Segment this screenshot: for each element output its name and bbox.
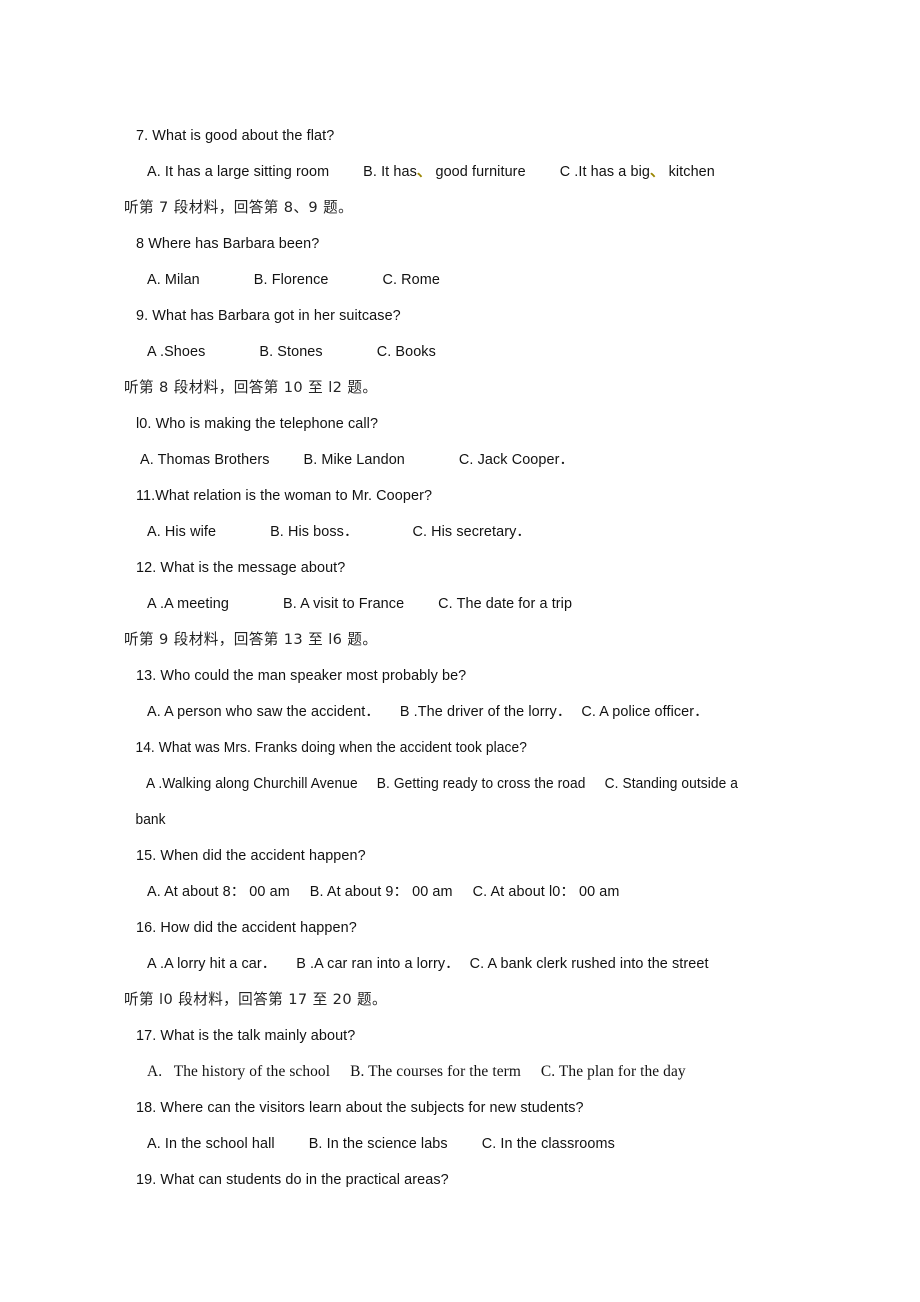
option-7-b-pre: B. It has (363, 164, 417, 180)
option-18-c: C. In the classrooms (481, 1136, 615, 1152)
question-options-10: A. Thomas Brothers B. Mike Landon C. Jack … (124, 442, 824, 478)
question-options-17: A. The history of the school B. The cours… (124, 1054, 824, 1090)
question-stem-8: 8 Where has Barbara been? (136, 236, 320, 252)
option-9-a: A .Shoes (147, 344, 206, 360)
question-options-8: A. Milan B. Florence C. Rome (124, 262, 824, 298)
question-options-11: A. His wife B. His boss． C. His secretary． (124, 514, 824, 550)
question-stem-14: 14. What was Mrs. Franks doing when the … (135, 740, 527, 756)
option-11-a: A. His wife (147, 524, 217, 540)
question-stem-13: 13. Who could the man speaker most proba… (136, 668, 467, 684)
question-stem-11: 11.What relation is the woman to Mr. Coo… (136, 488, 433, 504)
question-stem-18: 18. Where can the visitors learn about t… (136, 1100, 584, 1116)
option-14-b: B. Getting ready to cross the road (376, 776, 586, 792)
section-instruction-8: 听第 8 段材料，回答第 10 至 l2 题。 (124, 379, 378, 396)
question-stem-17: 17. What is the talk mainly about? (136, 1028, 356, 1044)
option-8-c: C. Rome (382, 272, 440, 288)
option-18-a: A. In the school hall (147, 1136, 275, 1152)
option-16-b: B .A car ran into a lorry． (296, 956, 460, 972)
option-7-c-pre: C .It has a big (559, 164, 650, 180)
exam-paper-page: 7. What is good about the flat? A. It ha… (0, 0, 920, 1302)
option-11-c: C. His secretary． (412, 524, 531, 540)
option-9-c: C. Books (376, 344, 436, 360)
option-9-b: B. Stones (259, 344, 323, 360)
question-options-18: A. In the school hall B. In the science l… (124, 1126, 824, 1162)
option-14-c: C. Standing outside a (604, 776, 739, 792)
option-18-b: B. In the science labs (308, 1136, 448, 1152)
option-8-b: B. Florence (253, 272, 329, 288)
option-15-b: B. At about 9： 00 am (309, 884, 453, 900)
section-instruction-7: 听第 7 段材料，回答第 8、9 题。 (124, 199, 354, 216)
section-instruction-9: 听第 9 段材料，回答第 13 至 l6 题。 (124, 631, 378, 648)
question-options-16: A .A lorry hit a car． B .A car ran into a… (124, 946, 824, 982)
question-options-7: A. It has a large sitting room B. It has、… (124, 154, 824, 190)
option-12-b: B. A visit to France (283, 596, 405, 612)
question-options-15: A. At about 8： 00 am B. At about 9： 00 am… (124, 874, 824, 910)
option-10-b: B. Mike Landon (303, 452, 405, 468)
option-14-a: A .Walking along Churchill Avenue (145, 776, 358, 792)
ocr-artifact-comma-icon: 、 (649, 164, 665, 180)
option-17-c: C. The plan for the day (540, 1063, 686, 1080)
question-stem-7: 7. What is good about the flat? (136, 128, 335, 144)
option-11-b: B. His boss． (270, 524, 359, 540)
option-16-c: C. A bank clerk rushed into the street (469, 956, 709, 972)
question-options-14: A .Walking along Churchill Avenue B. Gett… (124, 766, 793, 802)
option-7-a: A. It has a large sitting room (147, 164, 330, 180)
option-12-c: C. The date for a trip (438, 596, 573, 612)
option-15-c: C. At about l0： 00 am (472, 884, 620, 900)
option-17-a: A. The history of the school (147, 1063, 331, 1080)
option-10-a: A. Thomas Brothers (140, 452, 270, 468)
section-instruction-10: 听第 l0 段材料，回答第 17 至 20 题。 (124, 991, 388, 1008)
question-stem-19: 19. What can students do in the practica… (136, 1172, 449, 1188)
question-list: 7. What is good about the flat? A. It ha… (124, 118, 824, 1198)
question-stem-9: 9. What has Barbara got in her suitcase? (136, 308, 401, 324)
question-stem-10: l0. Who is making the telephone call? (136, 416, 379, 432)
question-options-12: A .A meeting B. A visit to France C. The d… (124, 586, 824, 622)
option-16-a: A .A lorry hit a car． (147, 956, 277, 972)
option-10-c: C. Jack Cooper． (458, 452, 574, 468)
question-stem-15: 15. When did the accident happen? (136, 848, 366, 864)
question-stem-12: 12. What is the message about? (136, 560, 346, 576)
option-13-c: C. A police officer． (581, 704, 709, 720)
option-13-b: B .The driver of the lorry． (399, 704, 572, 720)
question-options-13: A. A person who saw the accident． B .The … (124, 694, 824, 730)
question-options-14-wrap: bank (135, 812, 166, 828)
option-12-a: A .A meeting (147, 596, 229, 612)
option-7-c-post: kitchen (664, 164, 715, 180)
ocr-artifact-comma-icon: 、 (416, 164, 432, 180)
option-13-a: A. A person who saw the accident． (147, 704, 380, 720)
option-15-a: A. At about 8： 00 am (147, 884, 290, 900)
question-options-9: A .Shoes B. Stones C. Books (124, 334, 824, 370)
option-17-b: B. The courses for the term (350, 1063, 521, 1080)
question-stem-16: 16. How did the accident happen? (136, 920, 357, 936)
option-7-b-post: good furniture (431, 164, 526, 180)
option-8-a: A. Milan (147, 272, 200, 288)
